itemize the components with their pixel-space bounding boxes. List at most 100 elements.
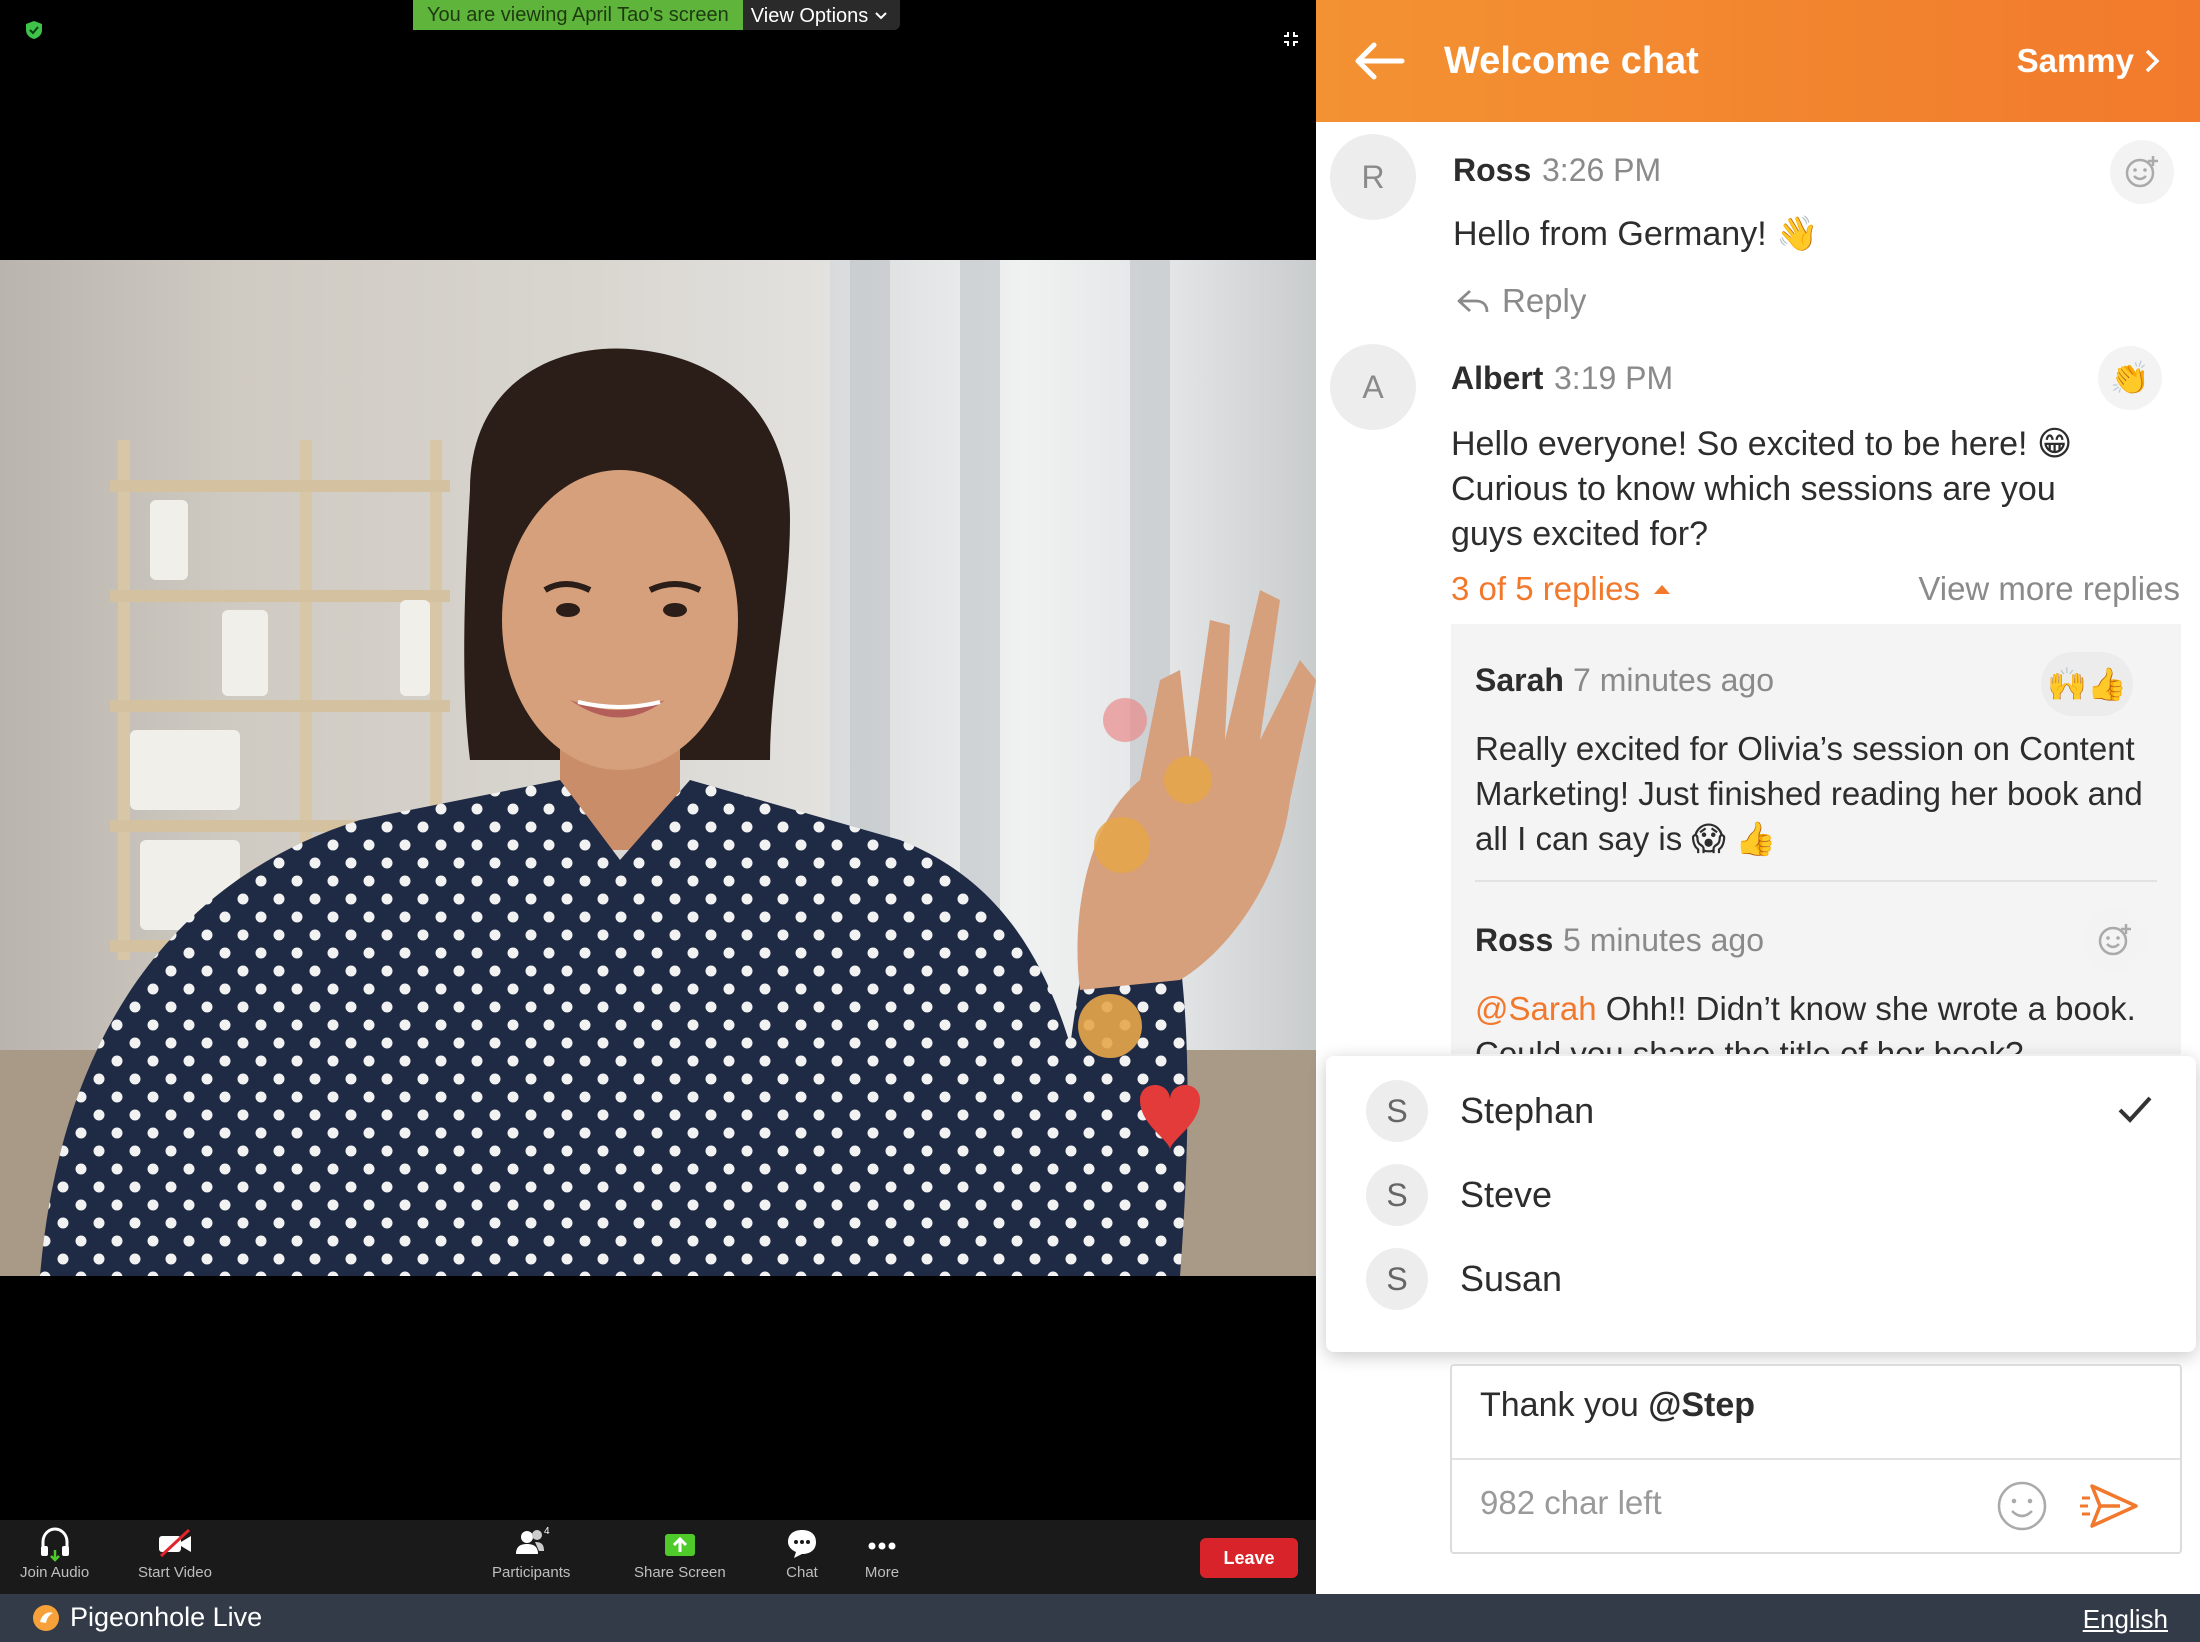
video-feed: 😛 ❤️ 👏 × bbox=[0, 260, 1316, 1276]
mention-suggestions: S Stephan S Steve S Susan bbox=[1326, 1056, 2196, 1352]
chevron-right-icon bbox=[2145, 49, 2160, 73]
message-line: Hello everyone! So excited to be here! 😁 bbox=[1451, 425, 2073, 463]
reply-text: Really excited for Olivia’s session on C… bbox=[1475, 726, 2143, 861]
reply-line: @Sarah Ohh!! Didn’t know she wrote a boo… bbox=[1475, 986, 2136, 1031]
message-text: Hello everyone! So excited to be here! 😁… bbox=[1451, 422, 2072, 557]
chevron-down-icon bbox=[875, 12, 887, 20]
brand-name: Pigeonhole Live bbox=[70, 1602, 263, 1632]
chat-bubble-icon bbox=[788, 1530, 816, 1558]
message-composer: Thank you @Step 982 char left bbox=[1450, 1364, 2182, 1554]
chat-pane: Welcome chat Sammy R Ross 3:26 PM Hello … bbox=[1316, 0, 2200, 1594]
avatar: A bbox=[1330, 344, 1416, 430]
message-time: 3:19 PM bbox=[1554, 360, 1674, 396]
reaction-button[interactable]: 🙌👍 bbox=[2041, 652, 2133, 716]
user-name: Sammy bbox=[2016, 42, 2134, 79]
message-author: Albert bbox=[1451, 360, 1544, 396]
footer-bar: Pigeonhole Live English bbox=[0, 1594, 2200, 1642]
mention-option-name: Stephan bbox=[1460, 1090, 1595, 1131]
screen-share-banner: You are viewing April Tao's screen View … bbox=[413, 0, 901, 30]
check-icon bbox=[2118, 1096, 2152, 1123]
join-audio-label: Join Audio bbox=[20, 1564, 90, 1581]
start-video-button[interactable]: Start Video bbox=[138, 1524, 212, 1581]
participants-label: Participants bbox=[492, 1564, 571, 1581]
fullscreen-icon[interactable] bbox=[1282, 30, 1300, 48]
message-input[interactable]: Thank you @Step bbox=[1480, 1386, 1755, 1425]
avatar: S bbox=[1366, 1248, 1428, 1310]
video-call-pane: You are viewing April Tao's screen View … bbox=[0, 0, 1316, 1594]
pigeonhole-logo-icon bbox=[33, 1604, 59, 1631]
reply-label: Reply bbox=[1502, 282, 1587, 319]
reply-time: 5 minutes ago bbox=[1563, 922, 1765, 958]
view-options-label: View Options bbox=[750, 5, 869, 27]
video-off-icon bbox=[158, 1528, 191, 1558]
brand[interactable]: Pigeonhole Live bbox=[32, 1602, 262, 1633]
meeting-toolbar: Join Audio Start Video 4 Participants Sh… bbox=[0, 1520, 1316, 1594]
message-input-text: Thank you bbox=[1480, 1386, 1649, 1424]
add-reaction-button[interactable] bbox=[2110, 140, 2174, 204]
chat-label: Chat bbox=[786, 1564, 818, 1581]
reply-author: Sarah bbox=[1475, 662, 1564, 698]
share-screen-button[interactable]: Share Screen bbox=[634, 1524, 726, 1581]
share-screen-icon bbox=[664, 1534, 695, 1556]
more-label: More bbox=[864, 1564, 900, 1581]
chat-title: Welcome chat bbox=[1444, 40, 1699, 82]
message-author: Ross bbox=[1453, 152, 1532, 188]
more-dots-icon bbox=[868, 1542, 896, 1550]
add-reaction-button[interactable] bbox=[2083, 908, 2147, 972]
reply-button[interactable]: Reply bbox=[1456, 282, 1586, 320]
user-profile-link[interactable]: Sammy bbox=[2017, 42, 2160, 80]
language-selector[interactable]: English bbox=[2083, 1604, 2168, 1635]
replies-count-label: 3 of 5 replies bbox=[1451, 570, 1640, 607]
join-audio-button[interactable]: Join Audio bbox=[20, 1524, 89, 1581]
mention-tag[interactable]: @Sarah bbox=[1475, 990, 1597, 1027]
back-arrow-icon[interactable] bbox=[1350, 38, 1406, 84]
reaction-button[interactable]: 👏 bbox=[2098, 346, 2162, 410]
char-counter: 982 char left bbox=[1480, 1484, 1662, 1521]
send-icon[interactable] bbox=[2080, 1478, 2142, 1534]
leave-button[interactable]: Leave bbox=[1200, 1538, 1298, 1578]
reply-line: Could you share the title of her book? bbox=[1475, 1035, 2024, 1054]
message-line: guys excited for? bbox=[1451, 515, 1709, 553]
more-button[interactable]: More bbox=[862, 1524, 902, 1581]
mention-option-susan[interactable]: S Susan bbox=[1326, 1236, 2196, 1320]
participants-button[interactable]: 4 Participants bbox=[492, 1524, 570, 1581]
add-reaction-icon bbox=[2098, 924, 2131, 956]
divider bbox=[1475, 880, 2157, 882]
share-screen-label: Share Screen bbox=[634, 1564, 726, 1581]
caret-up-icon bbox=[1653, 585, 1670, 594]
mention-option-name: Steve bbox=[1460, 1174, 1553, 1215]
mention-option-name: Susan bbox=[1460, 1258, 1563, 1299]
replies-toggle[interactable]: 3 of 5 replies bbox=[1451, 570, 1672, 608]
shield-icon[interactable] bbox=[24, 20, 44, 40]
view-options-button[interactable]: View Options bbox=[742, 0, 901, 30]
reply-arrow-icon bbox=[1457, 289, 1489, 313]
participants-icon: 4 bbox=[516, 1526, 550, 1554]
avatar: S bbox=[1366, 1080, 1428, 1142]
headphones-icon bbox=[40, 1527, 69, 1562]
message-text: Hello from Germany! 👋 bbox=[1453, 215, 1819, 253]
message-time: 3:26 PM bbox=[1542, 152, 1662, 188]
mention-option-steve[interactable]: S Steve bbox=[1326, 1152, 2196, 1236]
start-video-label: Start Video bbox=[138, 1564, 212, 1581]
viewing-screen-label: You are viewing April Tao's screen bbox=[413, 0, 743, 30]
reply-time: 7 minutes ago bbox=[1573, 662, 1775, 698]
mention-option-stephan[interactable]: S Stephan bbox=[1326, 1068, 2196, 1152]
participants-count: 4 bbox=[544, 1526, 550, 1537]
avatar: S bbox=[1366, 1164, 1428, 1226]
reply-author: Ross bbox=[1475, 922, 1554, 958]
reply-text: @Sarah Ohh!! Didn’t know she wrote a boo… bbox=[1475, 986, 2136, 1054]
chat-button[interactable]: Chat bbox=[782, 1524, 822, 1581]
smiley-icon[interactable] bbox=[1994, 1478, 2050, 1534]
avatar: R bbox=[1330, 134, 1416, 220]
view-more-replies-link[interactable]: View more replies bbox=[1918, 570, 2180, 608]
participant-video bbox=[40, 348, 1316, 1276]
reply-thread: Sarah 7 minutes ago 🙌👍 Really excited fo… bbox=[1451, 624, 2181, 1054]
reply-line-text: Ohh!! Didn’t know she wrote a book. bbox=[1596, 990, 2136, 1027]
add-reaction-icon bbox=[2125, 156, 2158, 188]
message-input-mention: @Step bbox=[1648, 1386, 1756, 1424]
message-line: Curious to know which sessions are you bbox=[1451, 470, 2056, 508]
chat-header: Welcome chat Sammy bbox=[1316, 0, 2200, 122]
divider bbox=[1452, 1458, 2180, 1460]
reply-line: Really excited for Olivia’s session on C… bbox=[1475, 730, 2135, 767]
reply-line: Marketing! Just finished reading her boo… bbox=[1475, 775, 2143, 812]
